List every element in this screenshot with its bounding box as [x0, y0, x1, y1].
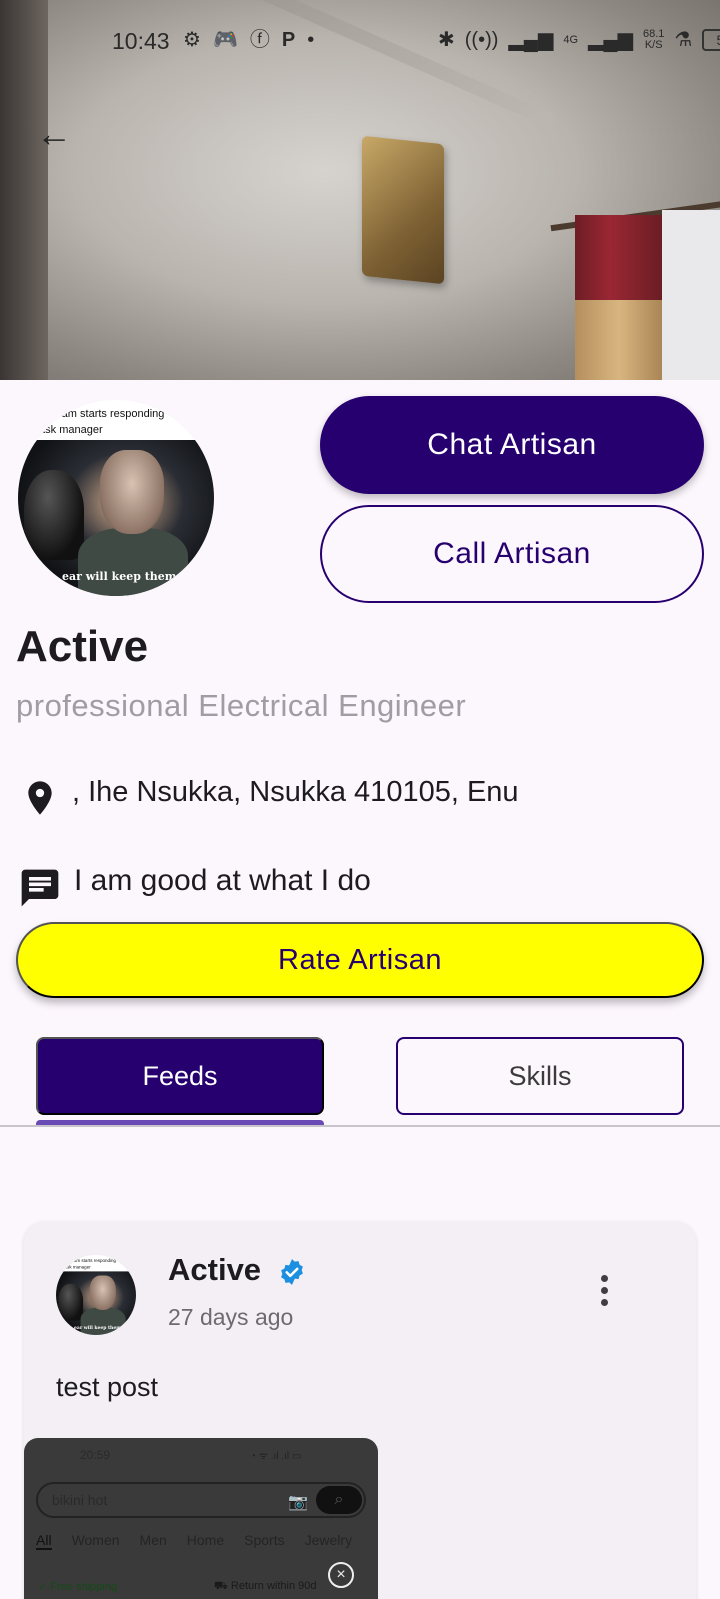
tab-skills[interactable]: Skills [396, 1037, 684, 1115]
tab-divider [0, 1125, 720, 1127]
cover-window [662, 210, 720, 380]
avatar-image: program starts responding task manager e… [18, 400, 214, 596]
message-icon [21, 869, 59, 907]
avatar-helmet-shape [24, 470, 84, 560]
rate-artisan-button[interactable]: Rate Artisan [16, 922, 704, 998]
artisan-location: , Ihe Nsukka, Nsukka 410105, Enu [72, 776, 519, 808]
gamepad-icon: 🎮 [212, 29, 238, 51]
chat-artisan-button[interactable]: Chat Artisan [320, 396, 704, 494]
status-bar: 10:43 ⚙ 🎮 ⓕ P • ✱ ((•)) ▂▄▆ 4G ▂▄▆ 68.1 K… [0, 20, 720, 60]
flask-icon: ⚗ [674, 29, 693, 51]
gear-icon: ⚙ [183, 29, 201, 51]
post-image-status-icons: ◔ ᯤ .ıl .ıl ▭ [250, 1451, 302, 1462]
post-image-category: All [36, 1532, 52, 1550]
avatar-body-shape [78, 528, 188, 596]
post-timestamp: 27 days ago [168, 1304, 294, 1330]
post-avatar-face [89, 1275, 116, 1310]
network-speed: 68.1 K/S [642, 28, 665, 51]
post-image-category: Men [139, 1532, 167, 1548]
call-artisan-button[interactable]: Call Artisan [320, 505, 704, 603]
network-type: 4G [563, 33, 579, 46]
post-image-category: Home [186, 1532, 225, 1548]
avatar-caption-top: program starts responding task manager [36, 408, 165, 436]
artisan-name: Active [16, 622, 149, 671]
close-icon[interactable]: × [328, 1562, 354, 1588]
avatar-face-shape [100, 450, 164, 534]
facebook-icon: ⓕ [249, 29, 270, 51]
dot-icon: • [307, 29, 315, 51]
back-arrow-icon[interactable]: ← [34, 114, 74, 154]
location-pin-icon [28, 781, 52, 815]
verified-badge-icon [281, 1259, 303, 1285]
camera-icon: 📷 [288, 1494, 308, 1511]
post-image-search-bar: bikini hot 📷 ⌕ [36, 1482, 366, 1518]
hotspot-icon: ((•)) [464, 29, 499, 51]
post-image-category: Sports [244, 1532, 285, 1548]
p-app-icon: P [281, 29, 296, 51]
post-image[interactable]: 20:59 ◔ ᯤ .ıl .ıl ▭ bikini hot 📷 ⌕ All W… [24, 1438, 378, 1599]
cover-curtain-lower [575, 300, 663, 380]
battery-icon: 55 [702, 29, 720, 51]
post-card: program starts responding task manager e… [24, 1222, 696, 1599]
post-avatar-caption-top: program starts responding task manager [63, 1258, 117, 1270]
post-image-return: ⛟ Return within 90d [214, 1580, 317, 1592]
post-avatar-caption-bottom: ear will keep them in li [74, 1324, 133, 1331]
post-image-categories: All Women Men Home Sports Jewelry [36, 1532, 352, 1550]
more-options-icon[interactable] [594, 1272, 614, 1312]
status-time: 10:43 [112, 28, 170, 54]
profile-avatar[interactable]: program starts responding task manager e… [18, 400, 214, 596]
post-image-status-time: 20:59 [80, 1448, 111, 1462]
signal-icon: ▂▄▆ [508, 29, 554, 51]
post-image-category: Women [71, 1532, 120, 1548]
avatar-caption-bottom: ear will keep them in li [62, 570, 205, 583]
post-avatar-image: program starts responding task manager e… [56, 1255, 136, 1335]
tab-feeds[interactable]: Feeds [36, 1037, 324, 1115]
post-image-free-shipping: ✓ Free shipping [38, 1581, 117, 1593]
post-avatar-body [80, 1307, 126, 1335]
post-image-category: Jewelry [304, 1532, 353, 1548]
post-text: test post [56, 1372, 159, 1402]
post-author-name: Active [168, 1252, 262, 1287]
search-icon: ⌕ [316, 1486, 362, 1514]
signal-2-icon: ▂▄▆ [588, 29, 633, 51]
post-image-search-text: bikini hot [52, 1492, 108, 1508]
cover-wall-clock [362, 135, 444, 285]
status-icons-left: ⚙ 🎮 ⓕ P • [183, 28, 314, 52]
bluetooth-icon: ✱ [438, 29, 455, 51]
post-author-avatar[interactable]: program starts responding task manager e… [56, 1255, 136, 1335]
post-avatar-helmet [58, 1283, 84, 1321]
artisan-profession: professional Electrical Engineer [16, 688, 467, 723]
artisan-bio: I am good at what I do [74, 864, 371, 897]
status-icons-right: ✱ ((•)) ▂▄▆ 4G ▂▄▆ 68.1K/S ⚗ 55 [438, 28, 720, 52]
